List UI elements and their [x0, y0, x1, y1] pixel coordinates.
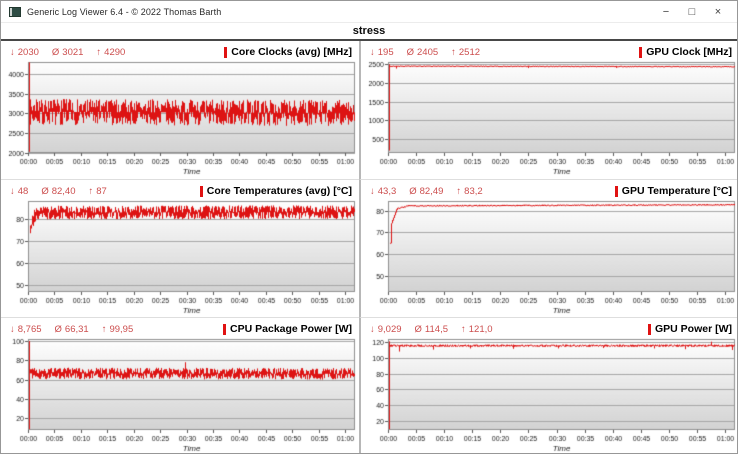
- app-window: Generic Log Viewer 6.4 - © 2022 Thomas B…: [0, 0, 738, 454]
- window-title: Generic Log Viewer 6.4 - © 2022 Thomas B…: [27, 7, 221, 17]
- stat-max: 87: [96, 186, 107, 197]
- stat-avg: 82,40: [52, 186, 76, 197]
- chart-panel-core-clocks: ↓2030 Ø3021 ↑4290 Core Clocks (avg) [MHz…: [1, 41, 359, 179]
- chart-canvas-gpu-power[interactable]: [363, 337, 737, 454]
- max-arrow-icon: ↑: [89, 186, 94, 197]
- stat-max: 121,0: [469, 324, 493, 335]
- stat-min: 9,029: [378, 324, 402, 335]
- avg-icon: Ø: [55, 324, 62, 335]
- close-button[interactable]: ×: [705, 2, 731, 22]
- chart-title: GPU Temperature [°C]: [622, 185, 732, 197]
- panel-header: ↓9,029 Ø114,5 ↑121,0 GPU Power [W]: [363, 321, 737, 337]
- min-arrow-icon: ↓: [370, 324, 375, 335]
- stat-avg: 82,49: [420, 186, 444, 197]
- chart-panel-gpu-clock: ↓195 Ø2405 ↑2512 GPU Clock [MHz]: [359, 41, 738, 179]
- chart-panel-core-temps: ↓48 Ø 82,40 ↑87 Core Temperatures (avg) […: [1, 179, 359, 317]
- max-arrow-icon: ↑: [451, 47, 456, 58]
- panel-header: ↓8,765 Ø66,31 ↑99,95 CPU Package Power […: [3, 321, 357, 337]
- stat-min: 195: [378, 47, 394, 58]
- chart-title: Core Clocks (avg) [MHz]: [231, 46, 352, 58]
- chart-stats: ↓48 Ø 82,40 ↑87: [10, 186, 107, 197]
- avg-icon: Ø: [409, 186, 416, 197]
- chart-title: Core Temperatures (avg) [°C]: [207, 185, 352, 197]
- title-bar[interactable]: Generic Log Viewer 6.4 - © 2022 Thomas B…: [1, 1, 737, 23]
- chart-canvas-core-temps[interactable]: [3, 199, 357, 316]
- series-color-marker-icon: [639, 47, 642, 58]
- panel-header: ↓195 Ø2405 ↑2512 GPU Clock [MHz]: [363, 44, 737, 60]
- panel-header: ↓48 Ø 82,40 ↑87 Core Temperatures (avg) […: [3, 183, 357, 199]
- chart-canvas-cpu-power[interactable]: [3, 337, 357, 454]
- stat-min: 43,3: [378, 186, 397, 197]
- chart-title-group: CPU Package Power [W]: [223, 323, 352, 335]
- minimize-button[interactable]: −: [653, 2, 679, 22]
- min-arrow-icon: ↓: [10, 324, 15, 335]
- stat-max: 2512: [459, 47, 480, 58]
- min-arrow-icon: ↓: [370, 186, 375, 197]
- stat-max: 83,2: [464, 186, 483, 197]
- tab-stress[interactable]: stress: [341, 25, 397, 37]
- window-controls: − □ ×: [653, 2, 731, 22]
- stat-min: 2030: [18, 47, 39, 58]
- series-color-marker-icon: [615, 186, 618, 197]
- chart-title: GPU Power [W]: [655, 323, 732, 335]
- avg-icon: Ø: [52, 47, 59, 58]
- chart-stats: ↓2030 Ø3021 ↑4290: [10, 47, 125, 58]
- panel-header: ↓43,3 Ø 82,49 ↑83,2 GPU Temperature [°C]: [363, 183, 737, 199]
- series-color-marker-icon: [224, 47, 227, 58]
- min-arrow-icon: ↓: [10, 47, 15, 58]
- max-arrow-icon: ↑: [461, 324, 466, 335]
- avg-icon: Ø: [407, 47, 414, 58]
- chart-canvas-core-clocks[interactable]: [3, 60, 357, 177]
- stat-min: 48: [18, 186, 29, 197]
- max-arrow-icon: ↑: [96, 47, 101, 58]
- chart-stats: ↓9,029 Ø114,5 ↑121,0: [370, 324, 493, 335]
- tab-strip: stress: [1, 23, 737, 41]
- chart-panel-cpu-power: ↓8,765 Ø66,31 ↑99,95 CPU Package Power […: [1, 317, 359, 454]
- chart-title: GPU Clock [MHz]: [646, 46, 732, 58]
- chart-panel-gpu-temp: ↓43,3 Ø 82,49 ↑83,2 GPU Temperature [°C]: [359, 179, 738, 317]
- stat-max: 99,95: [109, 324, 133, 335]
- stat-max: 4290: [104, 47, 125, 58]
- chart-canvas-gpu-clock[interactable]: [363, 60, 737, 177]
- app-icon: [9, 7, 21, 17]
- panel-header: ↓2030 Ø3021 ↑4290 Core Clocks (avg) [MHz…: [3, 44, 357, 60]
- stat-avg: 114,5: [425, 324, 448, 335]
- stat-avg: 3021: [62, 47, 83, 58]
- avg-icon: Ø: [415, 324, 422, 335]
- chart-stats: ↓195 Ø2405 ↑2512: [370, 47, 480, 58]
- chart-panel-gpu-power: ↓9,029 Ø114,5 ↑121,0 GPU Power [W]: [359, 317, 738, 454]
- series-color-marker-icon: [200, 186, 203, 197]
- charts-grid: ↓2030 Ø3021 ↑4290 Core Clocks (avg) [MHz…: [1, 41, 737, 454]
- chart-title-group: GPU Clock [MHz]: [639, 46, 732, 58]
- series-color-marker-icon: [648, 324, 651, 335]
- max-arrow-icon: ↑: [456, 186, 461, 197]
- chart-title-group: Core Clocks (avg) [MHz]: [224, 46, 352, 58]
- series-color-marker-icon: [223, 324, 226, 335]
- chart-title-group: GPU Power [W]: [648, 323, 732, 335]
- min-arrow-icon: ↓: [370, 47, 375, 58]
- chart-stats: ↓8,765 Ø66,31 ↑99,95: [10, 324, 133, 335]
- stat-avg: 66,31: [65, 324, 89, 335]
- chart-title-group: Core Temperatures (avg) [°C]: [200, 185, 352, 197]
- max-arrow-icon: ↑: [102, 324, 107, 335]
- stat-min: 8,765: [18, 324, 42, 335]
- maximize-button[interactable]: □: [679, 2, 705, 22]
- chart-title: CPU Package Power [W]: [230, 323, 352, 335]
- stat-avg: 2405: [417, 47, 438, 58]
- avg-icon: Ø: [41, 186, 48, 197]
- chart-stats: ↓43,3 Ø 82,49 ↑83,2: [370, 186, 483, 197]
- chart-canvas-gpu-temp[interactable]: [363, 199, 737, 316]
- min-arrow-icon: ↓: [10, 186, 15, 197]
- chart-title-group: GPU Temperature [°C]: [615, 185, 732, 197]
